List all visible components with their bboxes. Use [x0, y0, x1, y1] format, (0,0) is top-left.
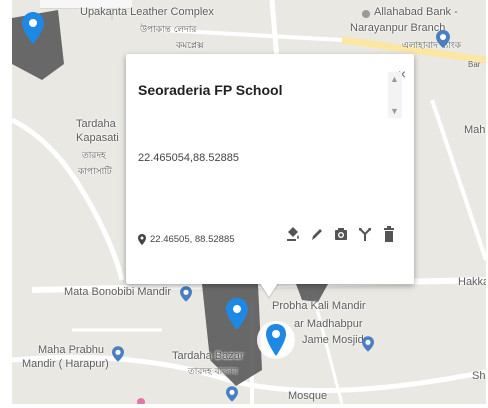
- map-label-upakanta: Upakanta Leather Complex: [80, 6, 214, 18]
- map-label-jame-mosjid: Jame Mosjid: [302, 334, 364, 346]
- trash-icon[interactable]: [382, 226, 396, 242]
- popup-title: Seoraderia FP School: [138, 82, 283, 98]
- mosque-poi-icon-2[interactable]: [226, 386, 238, 402]
- mosque-poi-icon[interactable]: [362, 336, 374, 352]
- map-label-tardaha-bazar: Tardaha Bazar: [172, 350, 244, 362]
- bank-poi-icon[interactable]: [436, 30, 450, 48]
- popup-location: 22.46505, 88.52885: [138, 234, 235, 245]
- map-label-hakka: Hakka: [458, 276, 486, 288]
- popup-location-text: 22.46505, 88.52885: [150, 234, 235, 245]
- map-label-tardaha: Tardaha: [76, 118, 116, 130]
- map-label-allahabad: Allahabad Bank -: [374, 6, 458, 18]
- map-label-mandir-harapur: Mandir ( Harapur): [22, 358, 109, 370]
- map-label-probha-kali: Probha Kali Mandir: [272, 300, 366, 312]
- map-label-bar: Bar: [468, 60, 481, 69]
- temple-poi-icon[interactable]: [180, 286, 192, 302]
- map-label-maha-prabhu: Maha Prabhu: [38, 344, 105, 356]
- marker-pin-icon-2[interactable]: [226, 298, 248, 330]
- pink-poi-icon: [137, 398, 145, 404]
- popup-scrollbar[interactable]: ▲ ▼: [388, 72, 402, 118]
- map-label-mata-bonobibi: Mata Bonobibi Mandir: [64, 286, 172, 298]
- map-label-upakanta-bn: উপাকান্ত লেদার: [140, 25, 197, 35]
- selected-marker-pin-icon[interactable]: [256, 316, 296, 372]
- info-popup: × ▲ ▼ Seoraderia FP School 22.465054,88.…: [126, 54, 414, 284]
- temple-poi-icon-2[interactable]: [112, 346, 124, 362]
- paint-bucket-icon[interactable]: [286, 226, 300, 242]
- scroll-up-icon[interactable]: ▲: [390, 74, 399, 84]
- directions-icon[interactable]: [358, 226, 372, 242]
- dot-poi-icon: [362, 10, 370, 18]
- map-screenshot: Upakanta Leather Complex উপাকান্ত লেদার …: [0, 0, 488, 408]
- map-label-mah: Mah: [464, 124, 486, 136]
- location-pin-icon: [138, 234, 146, 245]
- marker-pin-icon[interactable]: [22, 12, 44, 44]
- scroll-down-icon[interactable]: ▼: [390, 106, 399, 116]
- map-label-kapasati: Kapasati: [76, 132, 119, 144]
- map-label-sh: Sh: [472, 370, 486, 382]
- map-label-madhabpur: ar Madhabpur: [294, 318, 363, 330]
- pencil-icon[interactable]: [310, 226, 324, 242]
- map-label-tardaha-bn: তারদহ: [82, 151, 106, 161]
- popup-coordinates: 22.465054,88.52885: [138, 152, 239, 164]
- map-label-mosque: Mosque: [288, 390, 328, 402]
- map-label-kapasati-bn: কাপাসাটি: [78, 167, 112, 177]
- popup-toolbar: [286, 226, 396, 242]
- map-label-upakanta-bn2: কমপ্লেক্স: [176, 41, 204, 51]
- popup-tail: [260, 283, 278, 297]
- camera-icon[interactable]: [334, 226, 348, 242]
- map-label-allahabad-bn: এলাহাবাদ ব্যাংক: [402, 41, 462, 51]
- map-label-tardaha-bazar-bn: তারদহ বাজার: [188, 367, 238, 377]
- map-label-narayanpur: Narayanpur Branch: [350, 22, 446, 34]
